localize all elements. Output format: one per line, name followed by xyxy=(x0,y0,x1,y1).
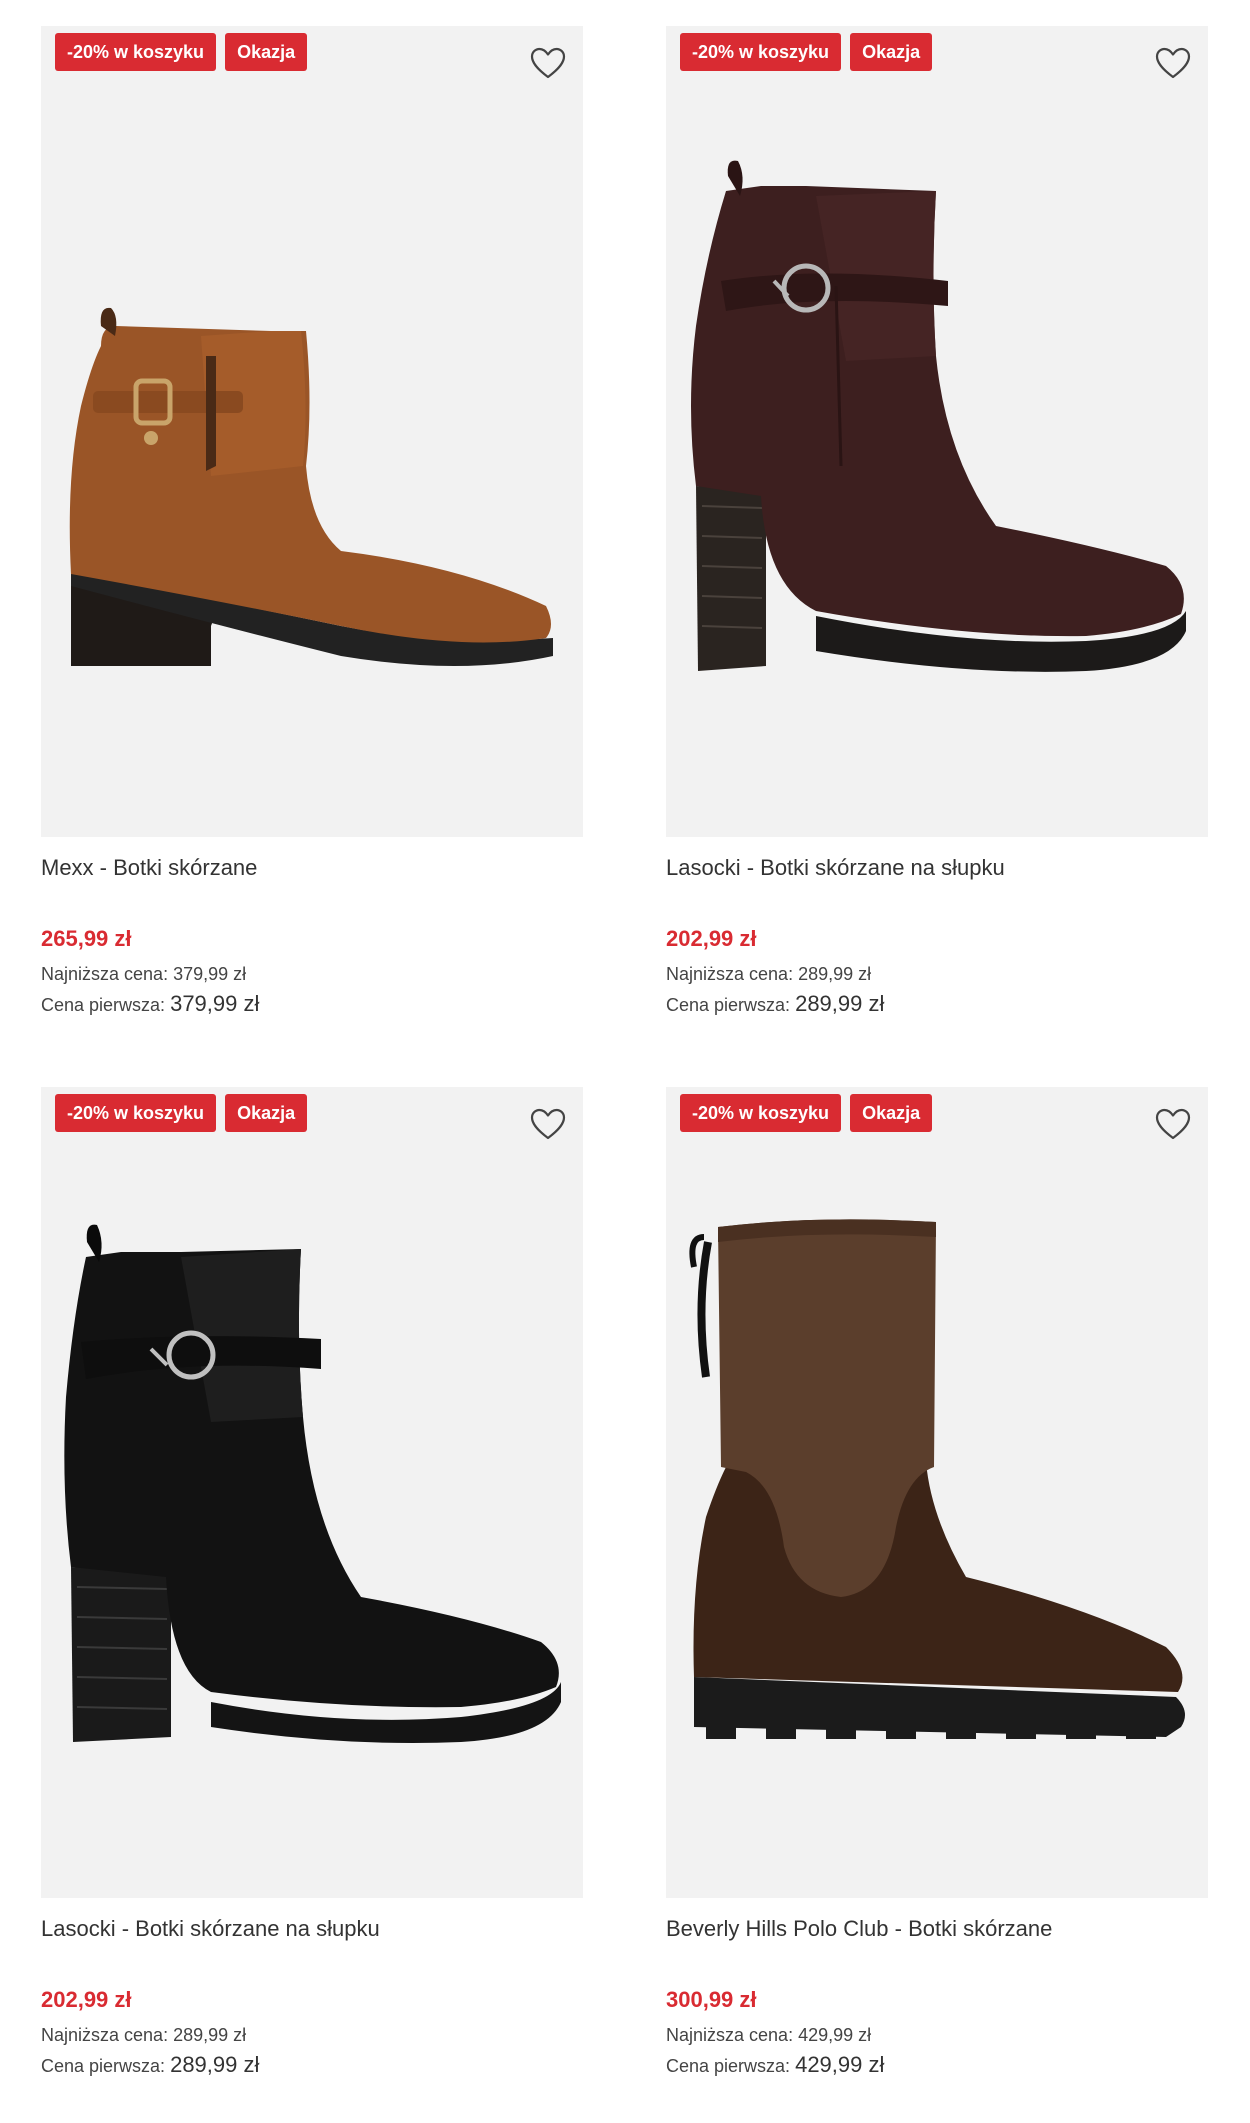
brown-ankle-boot-image xyxy=(69,307,553,666)
lowest-price-label: Najniższa cena: xyxy=(666,2025,794,2045)
favorite-button[interactable] xyxy=(1153,1105,1193,1145)
deal-badge: Okazja xyxy=(225,33,308,71)
product-image[interactable]: -20% w koszyku Okazja xyxy=(41,26,583,837)
lowest-price-value: 289,99 zł xyxy=(173,2025,247,2045)
brown-mid-calf-boot-image xyxy=(689,1219,1185,1739)
first-price-value: 429,99 zł xyxy=(795,2052,885,2077)
heart-icon xyxy=(1155,1108,1191,1140)
product-image[interactable]: -20% w koszyku Okazja xyxy=(666,26,1208,837)
first-price-value: 289,99 zł xyxy=(795,991,885,1016)
lowest-price-label: Najniższa cena: xyxy=(666,964,794,984)
product-title[interactable]: Lasocki - Botki skórzane na słupku xyxy=(41,1914,583,1944)
product-price: 265,99 zł xyxy=(41,926,132,951)
burgundy-heeled-boot-image xyxy=(691,160,1186,672)
discount-badge: -20% w koszyku xyxy=(680,33,842,71)
product-image[interactable]: -20% w koszyku Okazja xyxy=(41,1087,583,1898)
heart-icon xyxy=(1155,47,1191,79)
lowest-price-label: Najniższa cena: xyxy=(41,2025,169,2045)
deal-badge: Okazja xyxy=(850,33,933,71)
product-price: 300,99 zł xyxy=(666,1987,757,2012)
first-price-label: Cena pierwsza: xyxy=(41,2056,166,2076)
heart-icon xyxy=(530,47,566,79)
deal-badge: Okazja xyxy=(850,1094,933,1132)
first-price-label: Cena pierwsza: xyxy=(666,2056,791,2076)
first-price: Cena pierwsza: 289,99 zł xyxy=(666,989,1208,1020)
first-price-value: 379,99 zł xyxy=(170,991,260,1016)
lowest-price-value: 429,99 zł xyxy=(798,2025,872,2045)
product-image[interactable]: -20% w koszyku Okazja xyxy=(666,1087,1208,1898)
first-price: Cena pierwsza: 379,99 zł xyxy=(41,989,583,1020)
product-card[interactable]: -20% w koszyku Okazja Mexx - Botki skórz… xyxy=(41,26,583,1020)
product-card[interactable]: -20% w koszyku Okazja Lasocki - Botki sk… xyxy=(666,26,1208,1020)
discount-badge: -20% w koszyku xyxy=(55,33,217,71)
lowest-price-value: 379,99 zł xyxy=(173,964,247,984)
lowest-price-label: Najniższa cena: xyxy=(41,964,169,984)
product-card[interactable]: -20% w koszyku Okazja Lasocki - Botki sk… xyxy=(41,1087,583,2081)
product-price: 202,99 zł xyxy=(666,926,757,951)
product-price: 202,99 zł xyxy=(41,1987,132,2012)
first-price: Cena pierwsza: 429,99 zł xyxy=(666,2050,1208,2081)
favorite-button[interactable] xyxy=(528,44,568,84)
discount-badge: -20% w koszyku xyxy=(680,1094,842,1132)
lowest-price: Najniższa cena: 289,99 zł xyxy=(666,959,1208,989)
discount-badge: -20% w koszyku xyxy=(55,1094,217,1132)
product-card[interactable]: -20% w koszyku Okazja Beverly Hills Polo… xyxy=(666,1087,1208,2081)
lowest-price: Najniższa cena: 379,99 zł xyxy=(41,959,583,989)
lowest-price: Najniższa cena: 289,99 zł xyxy=(41,2020,583,2050)
product-title[interactable]: Mexx - Botki skórzane xyxy=(41,853,583,883)
heart-icon xyxy=(530,1108,566,1140)
product-title[interactable]: Beverly Hills Polo Club - Botki skórzane xyxy=(666,1914,1208,1944)
lowest-price-value: 289,99 zł xyxy=(798,964,872,984)
product-title[interactable]: Lasocki - Botki skórzane na słupku xyxy=(666,853,1208,883)
first-price-label: Cena pierwsza: xyxy=(41,995,166,1015)
first-price-value: 289,99 zł xyxy=(170,2052,260,2077)
favorite-button[interactable] xyxy=(1153,44,1193,84)
black-heeled-boot-image xyxy=(64,1224,561,1743)
deal-badge: Okazja xyxy=(225,1094,308,1132)
first-price: Cena pierwsza: 289,99 zł xyxy=(41,2050,583,2081)
first-price-label: Cena pierwsza: xyxy=(666,995,791,1015)
lowest-price: Najniższa cena: 429,99 zł xyxy=(666,2020,1208,2050)
favorite-button[interactable] xyxy=(528,1105,568,1145)
